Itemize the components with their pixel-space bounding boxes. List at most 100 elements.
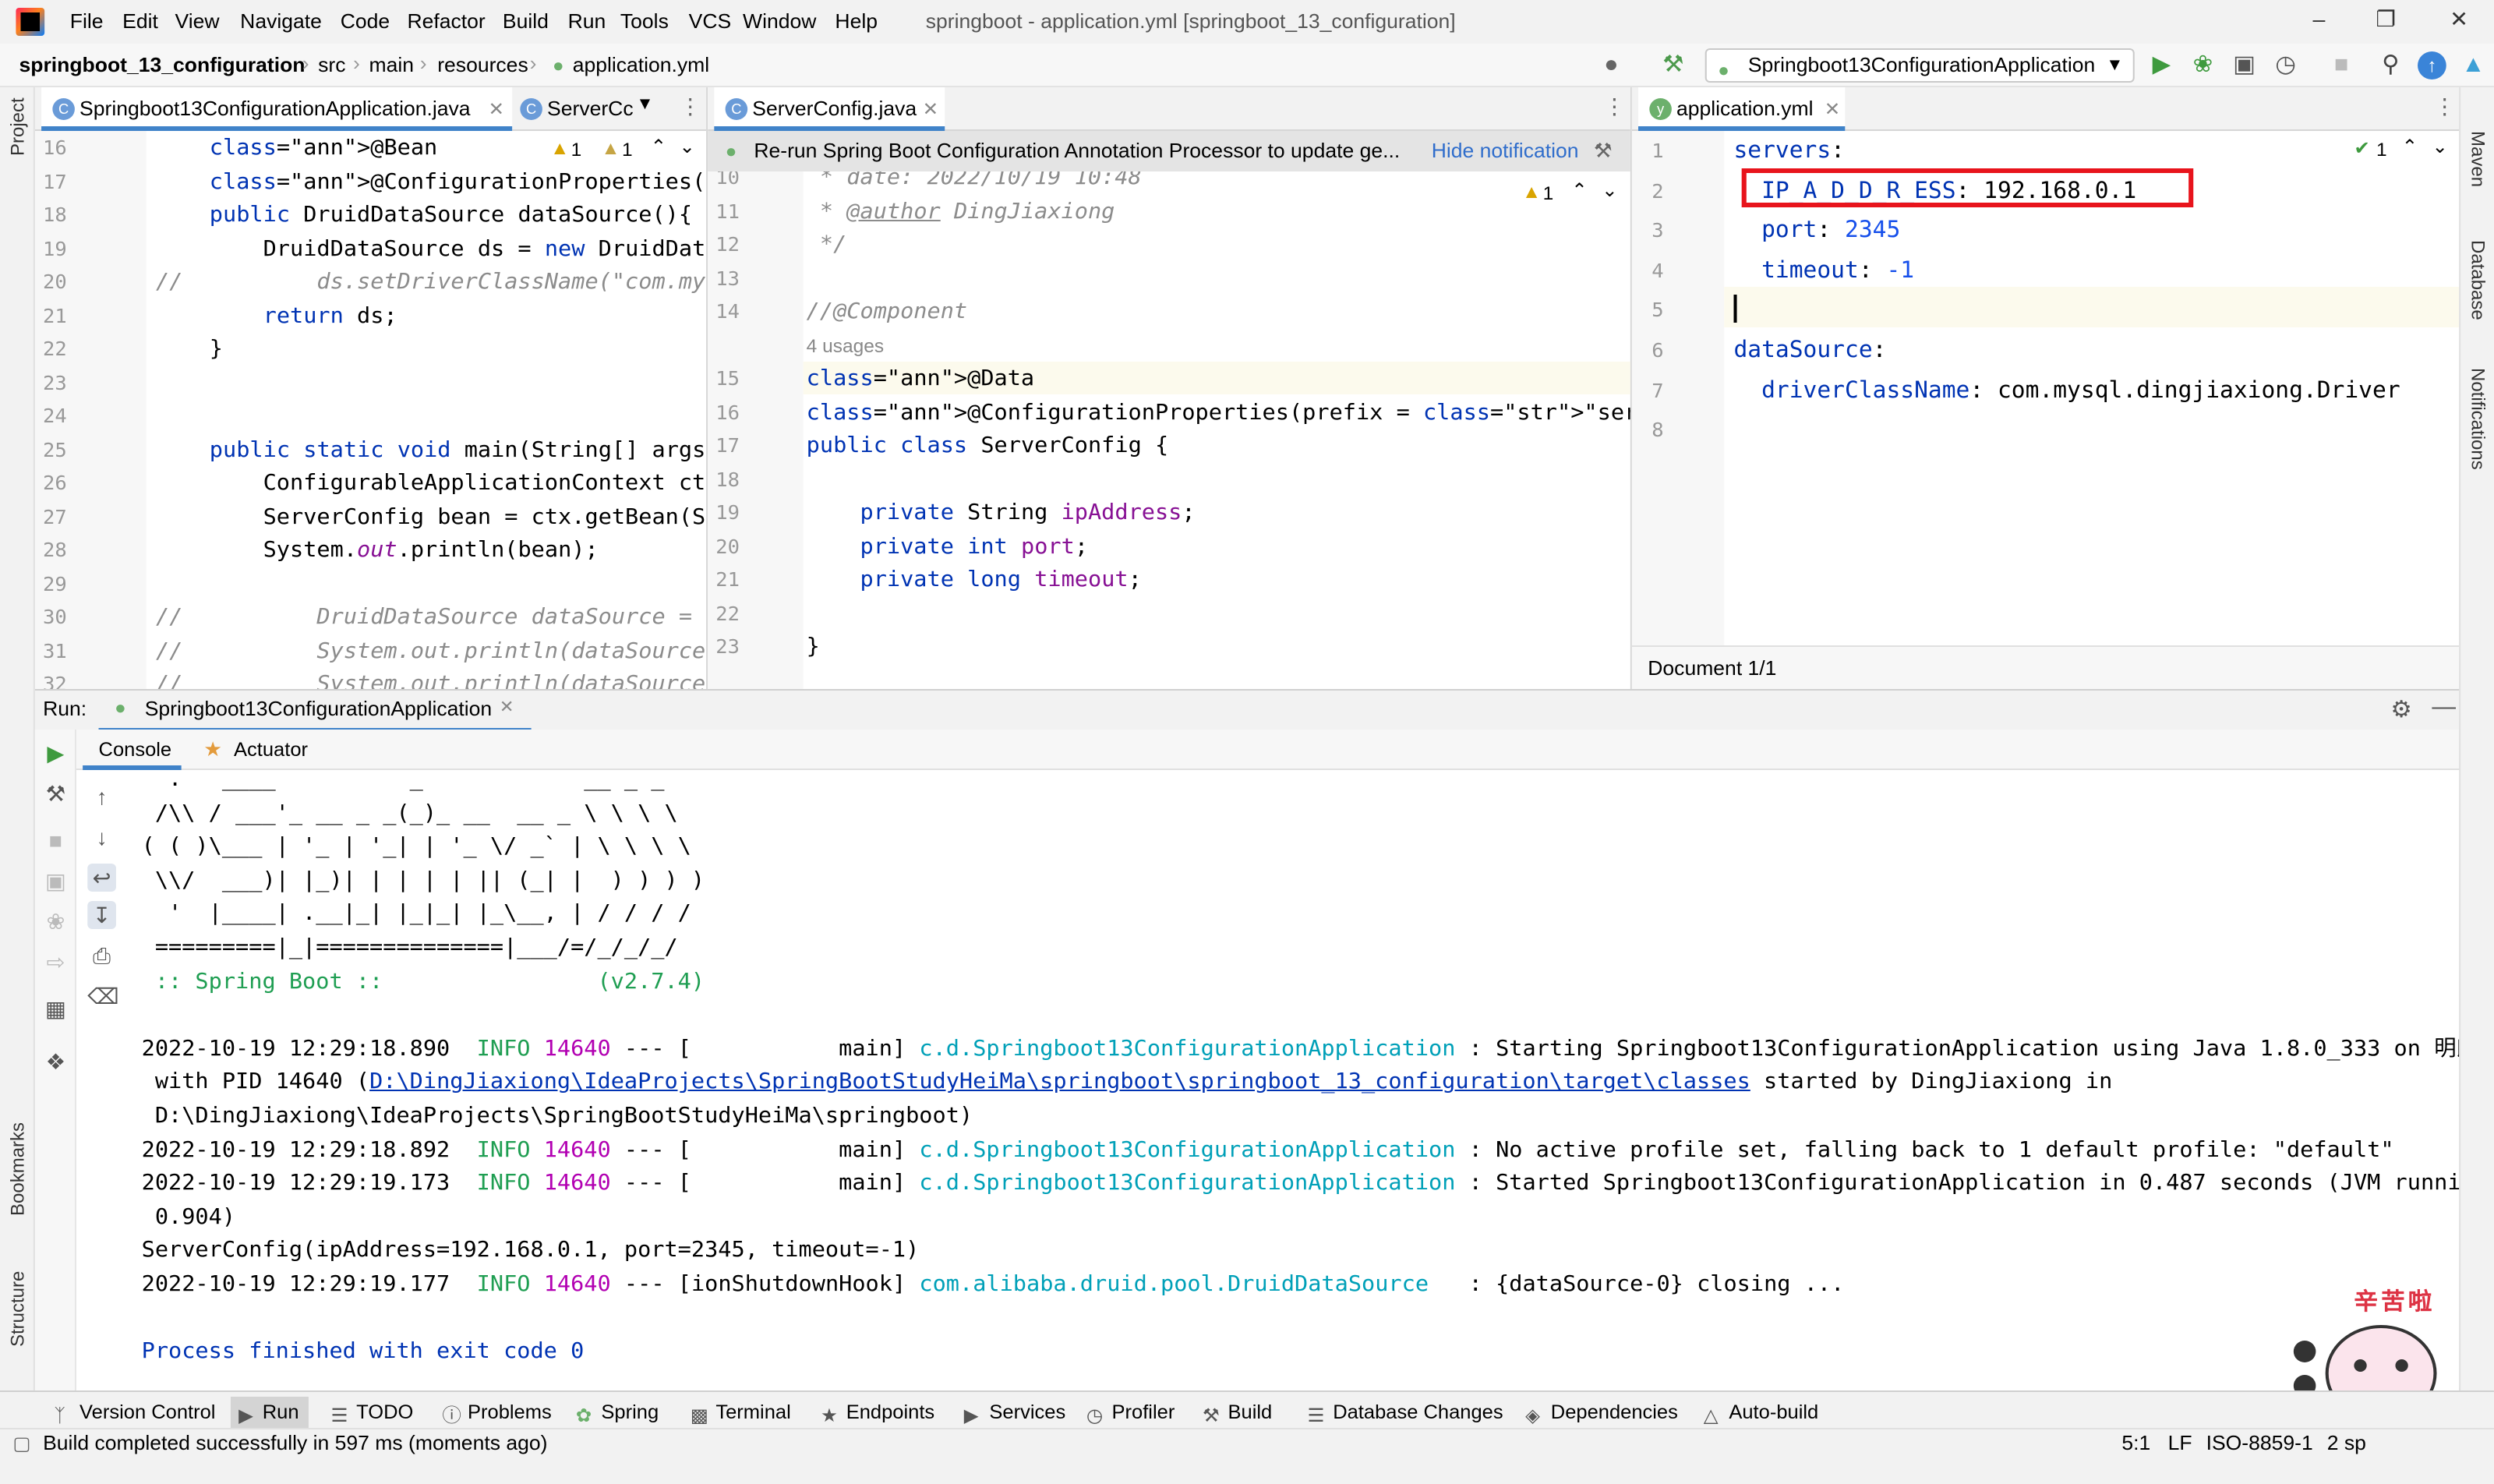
- code-line[interactable]: }: [807, 630, 820, 664]
- code-line[interactable]: public class ServerConfig {: [807, 429, 1169, 463]
- arrow-up-icon[interactable]: ↑: [87, 783, 116, 811]
- code-line[interactable]: // ds.setDriverClassName("com.mysql.j: [156, 265, 706, 299]
- file-encoding[interactable]: ISO-8859-1: [2206, 1431, 2313, 1454]
- profiler-run-icon[interactable]: ◷: [2271, 51, 2300, 80]
- code-line[interactable]: public DruidDataSource dataSource(){: [156, 198, 692, 232]
- tab-serverconfig[interactable]: C ServerCc: [509, 87, 652, 131]
- tool-todo[interactable]: ☰ TODO: [330, 1397, 413, 1428]
- arrow-down-icon[interactable]: ↓: [87, 823, 116, 851]
- code-line[interactable]: DruidDataSource ds = new DruidDataSo: [156, 231, 707, 266]
- debug-icon[interactable]: ❀: [41, 907, 70, 935]
- console-output[interactable]: . ____ _ __ _ _ /\\ / ___'_ __ _ _(_)_ _…: [127, 770, 2460, 1387]
- menu-file[interactable]: File: [70, 9, 104, 33]
- code-line[interactable]: class="ann">@Bean: [156, 131, 437, 165]
- menu-run[interactable]: Run: [568, 9, 606, 33]
- project-tool-button[interactable]: Project: [6, 97, 29, 156]
- menu-help[interactable]: Help: [835, 9, 878, 33]
- menu-edit[interactable]: Edit: [122, 9, 158, 33]
- code-line[interactable]: private long timeout;: [807, 563, 1141, 597]
- tool-problems[interactable]: ⓘ Problems: [442, 1397, 551, 1428]
- caret-position[interactable]: 5:1: [2121, 1431, 2150, 1454]
- menu-code[interactable]: Code: [341, 9, 390, 33]
- tab-application-yml[interactable]: y application.yml ✕: [1638, 87, 1846, 131]
- weak-warning-icon[interactable]: ▲: [601, 137, 620, 159]
- settings-wrench-icon[interactable]: ⚒: [1594, 131, 1613, 171]
- breadcrumb-resources[interactable]: resources: [437, 53, 528, 76]
- code-line[interactable]: }: [156, 332, 223, 366]
- usages-hint[interactable]: 4 usages: [807, 328, 884, 362]
- code-line[interactable]: return ds;: [156, 299, 397, 333]
- breadcrumb-file[interactable]: application.yml: [573, 53, 710, 76]
- tool-profiler[interactable]: ◷ Profiler: [1086, 1397, 1175, 1428]
- code-line[interactable]: class="ann">@Data: [807, 362, 1034, 396]
- close-tab-icon[interactable]: ✕: [1825, 87, 1841, 131]
- tool-run[interactable]: ▶ Run: [230, 1397, 309, 1428]
- chevron-up-icon[interactable]: ⌃: [1571, 179, 1588, 201]
- hide-icon[interactable]: —: [2432, 694, 2456, 720]
- code-line[interactable]: System.out.println(bean);: [156, 533, 599, 567]
- update-icon[interactable]: ↑: [2418, 51, 2446, 80]
- code-line[interactable]: * @author DingJiaxiong: [807, 194, 1115, 228]
- pin-icon[interactable]: ❖: [41, 1048, 70, 1076]
- build-hammer-icon[interactable]: ⚒: [1659, 51, 1688, 80]
- tool-dependencies[interactable]: ◈ Dependencies: [1525, 1397, 1678, 1428]
- tool-auto-build[interactable]: △ Auto-build: [1704, 1397, 1819, 1428]
- breadcrumb-project[interactable]: springboot_13_configuration: [19, 53, 305, 76]
- wrench-icon[interactable]: ⚒: [41, 779, 70, 807]
- stop-icon[interactable]: ■: [41, 826, 70, 854]
- debug-icon[interactable]: ❀: [2188, 51, 2217, 80]
- database-tool-button[interactable]: Database: [2467, 240, 2489, 320]
- structure-tool-button[interactable]: Structure: [6, 1271, 29, 1347]
- code-line[interactable]: // System.out.println(dataSource.getD: [156, 634, 706, 668]
- code-line[interactable]: private String ipAddress;: [807, 496, 1195, 530]
- code-line[interactable]: public static void main(String[] args) {: [156, 433, 706, 467]
- run-tab[interactable]: Springboot13ConfigurationApplication: [145, 697, 492, 720]
- code-line[interactable]: // DruidDataSource dataSource = ctx.g: [156, 600, 706, 634]
- status-message[interactable]: Build completed successfully in 597 ms (…: [43, 1431, 547, 1454]
- menu-navigate[interactable]: Navigate: [240, 9, 322, 33]
- tab-serverconfig-java[interactable]: C ServerConfig.java ✕: [714, 87, 945, 131]
- more-options-icon[interactable]: ⋮: [2433, 94, 2456, 120]
- yaml-line[interactable]: servers:: [1733, 134, 1845, 168]
- chevron-down-icon[interactable]: ⌄: [679, 136, 695, 157]
- menu-tools[interactable]: Tools: [620, 9, 669, 33]
- stop-icon[interactable]: ■: [2327, 51, 2356, 80]
- code-line[interactable]: ConfigurableApplicationContext ctx =: [156, 466, 707, 500]
- code-line[interactable]: */: [807, 228, 846, 262]
- maven-tool-button[interactable]: Maven: [2467, 131, 2489, 187]
- yaml-line[interactable]: timeout: -1: [1733, 254, 1914, 288]
- menu-build[interactable]: Build: [503, 9, 549, 33]
- tool-spring[interactable]: ✿ Spring: [576, 1397, 659, 1428]
- more-options-icon[interactable]: ⋮: [1603, 94, 1626, 120]
- tool-services[interactable]: ▶ Services: [964, 1397, 1065, 1428]
- chevron-up-icon[interactable]: ⌃: [651, 136, 667, 157]
- run-icon[interactable]: ▶: [2147, 51, 2176, 80]
- code-line[interactable]: private int port;: [807, 529, 1088, 564]
- tool-terminal[interactable]: ▩ Terminal: [691, 1397, 791, 1428]
- tab-springboot-application[interactable]: C Springboot13ConfigurationApplication.j…: [41, 87, 513, 131]
- menu-view[interactable]: View: [175, 9, 219, 33]
- user-icon[interactable]: ●: [1597, 51, 1626, 80]
- chevron-down-icon[interactable]: ⌄: [1602, 179, 1618, 201]
- coverage-icon[interactable]: ▣: [2230, 51, 2259, 80]
- jetbrains-toolbox-icon[interactable]: ▲: [2459, 51, 2488, 80]
- breadcrumb-src[interactable]: src: [318, 53, 345, 76]
- tool-version-control[interactable]: ᛉ Version Control: [54, 1397, 215, 1428]
- close-tab-icon[interactable]: ✕: [500, 697, 514, 717]
- close-tab-icon[interactable]: ✕: [489, 87, 505, 131]
- rerun-icon[interactable]: ▶: [41, 739, 70, 767]
- code-line[interactable]: //@Component: [807, 295, 967, 329]
- notifications-tool-button[interactable]: Notifications: [2467, 368, 2489, 470]
- trash-icon[interactable]: ⌫: [87, 982, 118, 1010]
- run-configuration-select[interactable]: ● Springboot13ConfigurationApplication ▼: [1704, 48, 2135, 83]
- indent-setting[interactable]: 2 sp: [2327, 1431, 2366, 1454]
- yaml-line[interactable]: port: 2345: [1733, 214, 1900, 248]
- print-icon[interactable]: ⎙: [87, 942, 116, 970]
- minimize-icon[interactable]: –: [2303, 6, 2335, 31]
- scroll-to-end-icon[interactable]: ↧: [87, 901, 116, 929]
- soft-wrap-icon[interactable]: ↩: [87, 864, 116, 892]
- chevron-up-icon[interactable]: ⌃: [2402, 136, 2418, 157]
- tab-actuator[interactable]: Actuator: [234, 739, 308, 761]
- line-separator[interactable]: LF: [2168, 1431, 2192, 1454]
- yaml-line[interactable]: dataSource:: [1733, 334, 1886, 368]
